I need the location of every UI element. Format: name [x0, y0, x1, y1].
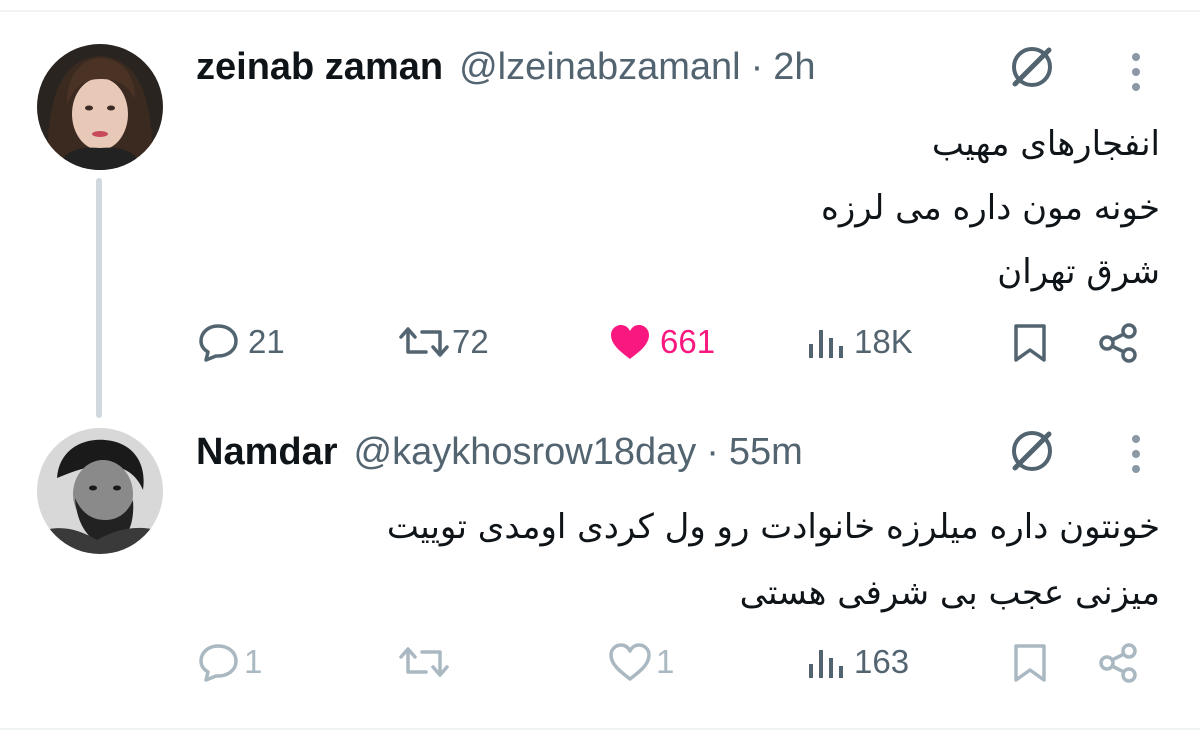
tweet-text-line: شرق تهران	[997, 252, 1160, 292]
grok-icon[interactable]	[1005, 40, 1059, 94]
avatar[interactable]	[37, 44, 163, 170]
reply-button[interactable]: 21	[198, 322, 285, 362]
display-name[interactable]: zeinab zaman	[196, 44, 443, 90]
like-button[interactable]: 1	[608, 642, 674, 682]
views-count: 163	[854, 643, 910, 680]
retweet-button[interactable]: 72	[398, 322, 489, 362]
tweet-header: zeinab zaman @lzeinabzamanl · 2h	[196, 44, 816, 90]
tweet-text-line: میزنی عجب بی شرفی هستی	[739, 573, 1160, 613]
grok-icon[interactable]	[1005, 424, 1059, 478]
tweet-text-line: خونتون داره میلرزه خانوادت رو ول کردی او…	[386, 507, 1160, 547]
reply-icon	[199, 644, 238, 682]
bookmark-icon	[1014, 324, 1046, 362]
retweet-count: 72	[452, 323, 489, 360]
share-icon	[1099, 323, 1137, 363]
retweet-button[interactable]	[398, 642, 458, 682]
display-name[interactable]: Namdar	[196, 429, 338, 475]
reply-icon	[199, 324, 238, 362]
views-count: 18K	[854, 323, 913, 360]
tweet-header: Namdar @kaykhosrow18day · 55m	[196, 429, 803, 475]
timestamp[interactable]: 55m	[729, 429, 803, 475]
tweet-text-line: انفجارهای مهیب	[931, 124, 1160, 164]
separator-dot: ·	[750, 46, 764, 88]
share-button[interactable]	[1097, 642, 1139, 684]
views-icon	[809, 650, 843, 678]
reply-count: 1	[244, 643, 263, 680]
separator-dot: ·	[706, 431, 719, 473]
tweet-text: خونتون داره میلرزه خانوادت رو ول کردی او…	[387, 494, 1160, 626]
heart-icon	[611, 325, 649, 359]
reply-count: 21	[248, 323, 285, 360]
share-button[interactable]	[1097, 322, 1139, 364]
user-handle[interactable]: @kaykhosrow18day	[354, 429, 697, 475]
avatar[interactable]	[37, 428, 163, 554]
retweet-icon	[399, 647, 449, 677]
heart-icon	[609, 643, 651, 681]
bookmark-button[interactable]	[1012, 642, 1048, 684]
bookmark-button[interactable]	[1012, 322, 1048, 364]
views-button[interactable]: 18K	[806, 322, 913, 362]
tweet-text-line: خونه مون داره می لرزه	[821, 188, 1160, 228]
tweet-text: انفجارهای مهیب خونه مون داره می لرزه شرق…	[821, 112, 1160, 304]
like-count: 1	[656, 643, 675, 680]
views-button[interactable]: 163	[806, 642, 909, 682]
retweet-icon	[399, 327, 449, 357]
share-icon	[1099, 643, 1137, 683]
user-handle[interactable]: @lzeinabzamanl	[459, 44, 741, 90]
like-button[interactable]: 661	[608, 322, 715, 362]
tweet[interactable]: Namdar @kaykhosrow18day · 55m خونتون دار…	[0, 420, 1200, 728]
views-icon	[809, 330, 843, 358]
timestamp[interactable]: 2h	[773, 44, 815, 90]
more-icon[interactable]	[1126, 432, 1146, 478]
like-count: 661	[660, 323, 716, 360]
more-icon[interactable]	[1126, 50, 1146, 96]
bookmark-icon	[1014, 644, 1046, 682]
bottom-divider	[0, 728, 1200, 730]
reply-button[interactable]: 1	[198, 642, 262, 682]
tweet[interactable]: zeinab zaman @lzeinabzamanl · 2h انفجاره…	[0, 0, 1200, 420]
